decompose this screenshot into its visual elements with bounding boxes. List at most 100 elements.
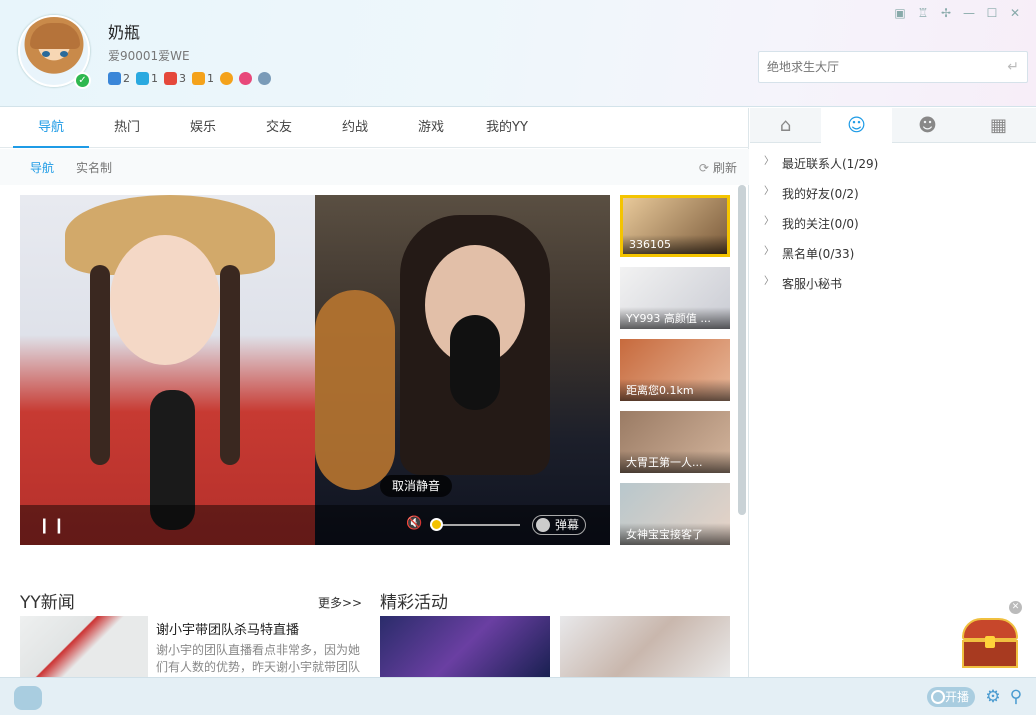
thumbnail-caption: 距离您0.1km (620, 379, 730, 401)
badge-count: 1 (207, 72, 214, 85)
thumbnail[interactable]: 女神宝宝接客了 (620, 483, 730, 545)
chevron-right-icon: 〉 (764, 216, 774, 227)
toggle-knob (536, 518, 550, 532)
video-controls: ❙❙ 🔇 弹幕 (20, 505, 610, 545)
shirt-icon[interactable]: ♖ (916, 6, 930, 20)
main-tabs: 导航 热门 娱乐 交友 约战 游戏 我的YY (0, 108, 749, 148)
subnav-realname[interactable]: 实名制 (76, 159, 112, 176)
scrollbar[interactable] (738, 185, 746, 515)
contact-group-label: 我的好友(0/2) (782, 187, 859, 201)
vip-badge[interactable]: 3 (164, 72, 186, 85)
game-badge[interactable]: 2 (108, 72, 130, 85)
thumbnail[interactable]: 距离您0.1km (620, 339, 730, 401)
search-box: ↵ (758, 51, 1028, 83)
tab-nav[interactable]: 导航 (13, 108, 89, 148)
volume-slider[interactable] (430, 524, 520, 526)
eye-badge[interactable] (258, 72, 271, 85)
close-chest-icon[interactable]: ✕ (1009, 601, 1022, 614)
thumbnail[interactable]: 大胃王第一人... (620, 411, 730, 473)
profile-header: ✓ 奶瓶 爱90001爱WE 2 1 3 1 ▣ ♖ ✢ — ☐ ✕ ↵ (0, 0, 1036, 107)
thumbnail-caption: 336105 (623, 235, 727, 254)
news-image[interactable] (20, 616, 148, 678)
heart-badge[interactable] (239, 72, 252, 85)
thumbnail-caption: 女神宝宝接客了 (620, 523, 730, 545)
chevron-right-icon: 〉 (764, 186, 774, 197)
go-live-label: 开播 (945, 690, 970, 704)
skin-icon[interactable]: ▣ (893, 6, 907, 20)
live-icon (931, 690, 945, 704)
tab-social[interactable]: 交友 (241, 108, 317, 148)
apps-icon[interactable]: ▦ (963, 108, 1034, 143)
group-icon[interactable]: ☻ (892, 108, 963, 143)
tab-games[interactable]: 游戏 (393, 108, 469, 148)
enter-icon[interactable]: ↵ (1007, 59, 1019, 75)
video-player[interactable]: 取消静音 ❙❙ 🔇 弹幕 (20, 195, 610, 545)
contact-group-blacklist[interactable]: 〉黑名单(0/33) (764, 245, 878, 275)
tab-match[interactable]: 约战 (317, 108, 393, 148)
thumbnail-caption: 大胃王第一人... (620, 451, 730, 473)
badge-row: 2 1 3 1 (108, 72, 271, 85)
contact-group-following[interactable]: 〉我的关注(0/0) (764, 215, 878, 245)
contacts-panel: ⌂ ☺ ☻ ▦ 〉最近联系人(1/29) 〉我的好友(0/2) 〉我的关注(0/… (750, 108, 1036, 677)
refresh-label: 刷新 (712, 161, 737, 175)
pin-icon[interactable]: ✢ (939, 6, 953, 20)
thumbnail-caption: YY993 高颜值 ... (620, 307, 730, 329)
settings-icon[interactable]: ⚙ (983, 687, 1003, 707)
news-headline[interactable]: 谢小宇带团队杀马特直播 (156, 619, 299, 638)
activity-banner[interactable] (560, 616, 730, 678)
window-controls: ▣ ♖ ✢ — ☐ ✕ (893, 6, 1022, 20)
scrollbar-thumb[interactable] (738, 185, 746, 515)
smile-badge[interactable] (220, 72, 233, 85)
diamond-icon (136, 72, 149, 85)
tab-hot[interactable]: 热门 (89, 108, 165, 148)
close-icon[interactable]: ✕ (1008, 6, 1022, 20)
refresh-button[interactable]: ⟳ 刷新 (699, 159, 737, 176)
go-live-button[interactable]: 开播 (927, 687, 975, 707)
contact-icon[interactable]: ☺ (821, 108, 892, 143)
stream-right (315, 195, 610, 545)
smile-icon (220, 72, 233, 85)
thumbnail[interactable]: 336105 (620, 195, 730, 257)
pause-icon[interactable]: ❙❙ (38, 516, 67, 534)
eye-icon (258, 72, 271, 85)
minimize-icon[interactable]: — (962, 6, 976, 20)
subnav-nav[interactable]: 导航 (30, 159, 54, 176)
sub-nav: 导航 实名制 ⟳ 刷新 (0, 149, 749, 185)
tab-my-yy[interactable]: 我的YY (469, 108, 545, 148)
nickname[interactable]: 奶瓶 (108, 19, 140, 43)
thumbnail[interactable]: YY993 高颜值 ... (620, 267, 730, 329)
game-icon (108, 72, 121, 85)
yy-logo-icon[interactable] (14, 686, 42, 710)
maximize-icon[interactable]: ☐ (985, 6, 999, 20)
diamond-badge[interactable]: 1 (136, 72, 158, 85)
footer-bar: 开播 ⚙ ⚲ (0, 677, 1036, 715)
home-icon[interactable]: ⌂ (750, 108, 821, 143)
chevron-right-icon: 〉 (764, 156, 774, 167)
activity-banner[interactable] (380, 616, 550, 678)
badge-count: 3 (179, 72, 186, 85)
level-icon (192, 72, 205, 85)
danmu-label: 弹幕 (555, 518, 580, 532)
more-link[interactable]: 更多>> (318, 594, 362, 611)
activity-section-title: 精彩活动 (380, 593, 448, 613)
badge-count: 2 (123, 72, 130, 85)
mute-icon[interactable]: 🔇 (406, 516, 422, 531)
tab-entertainment[interactable]: 娱乐 (165, 108, 241, 148)
contact-group-recent[interactable]: 〉最近联系人(1/29) (764, 155, 878, 185)
chevron-right-icon: 〉 (764, 246, 774, 257)
main-panel: 导航 热门 娱乐 交友 约战 游戏 我的YY 导航 实名制 ⟳ 刷新 取消静音 ❙… (0, 108, 749, 678)
contact-groups: 〉最近联系人(1/29) 〉我的好友(0/2) 〉我的关注(0/0) 〉黑名单(… (764, 155, 878, 305)
contact-group-label: 黑名单(0/33) (782, 247, 855, 261)
search-input[interactable] (759, 52, 989, 82)
badge-count: 1 (151, 72, 158, 85)
danmu-toggle[interactable]: 弹幕 (532, 515, 586, 535)
contact-group-friends[interactable]: 〉我的好友(0/2) (764, 185, 878, 215)
volume-knob[interactable] (430, 518, 443, 531)
signature[interactable]: 爱90001爱WE (108, 47, 190, 64)
contact-group-label: 最近联系人(1/29) (782, 157, 879, 171)
treasure-chest-icon[interactable] (958, 614, 1022, 670)
search-icon[interactable]: ⚲ (1006, 687, 1026, 707)
contact-group-label: 我的关注(0/0) (782, 217, 859, 231)
contact-group-support[interactable]: 〉客服小秘书 (764, 275, 878, 305)
level-badge[interactable]: 1 (192, 72, 214, 85)
